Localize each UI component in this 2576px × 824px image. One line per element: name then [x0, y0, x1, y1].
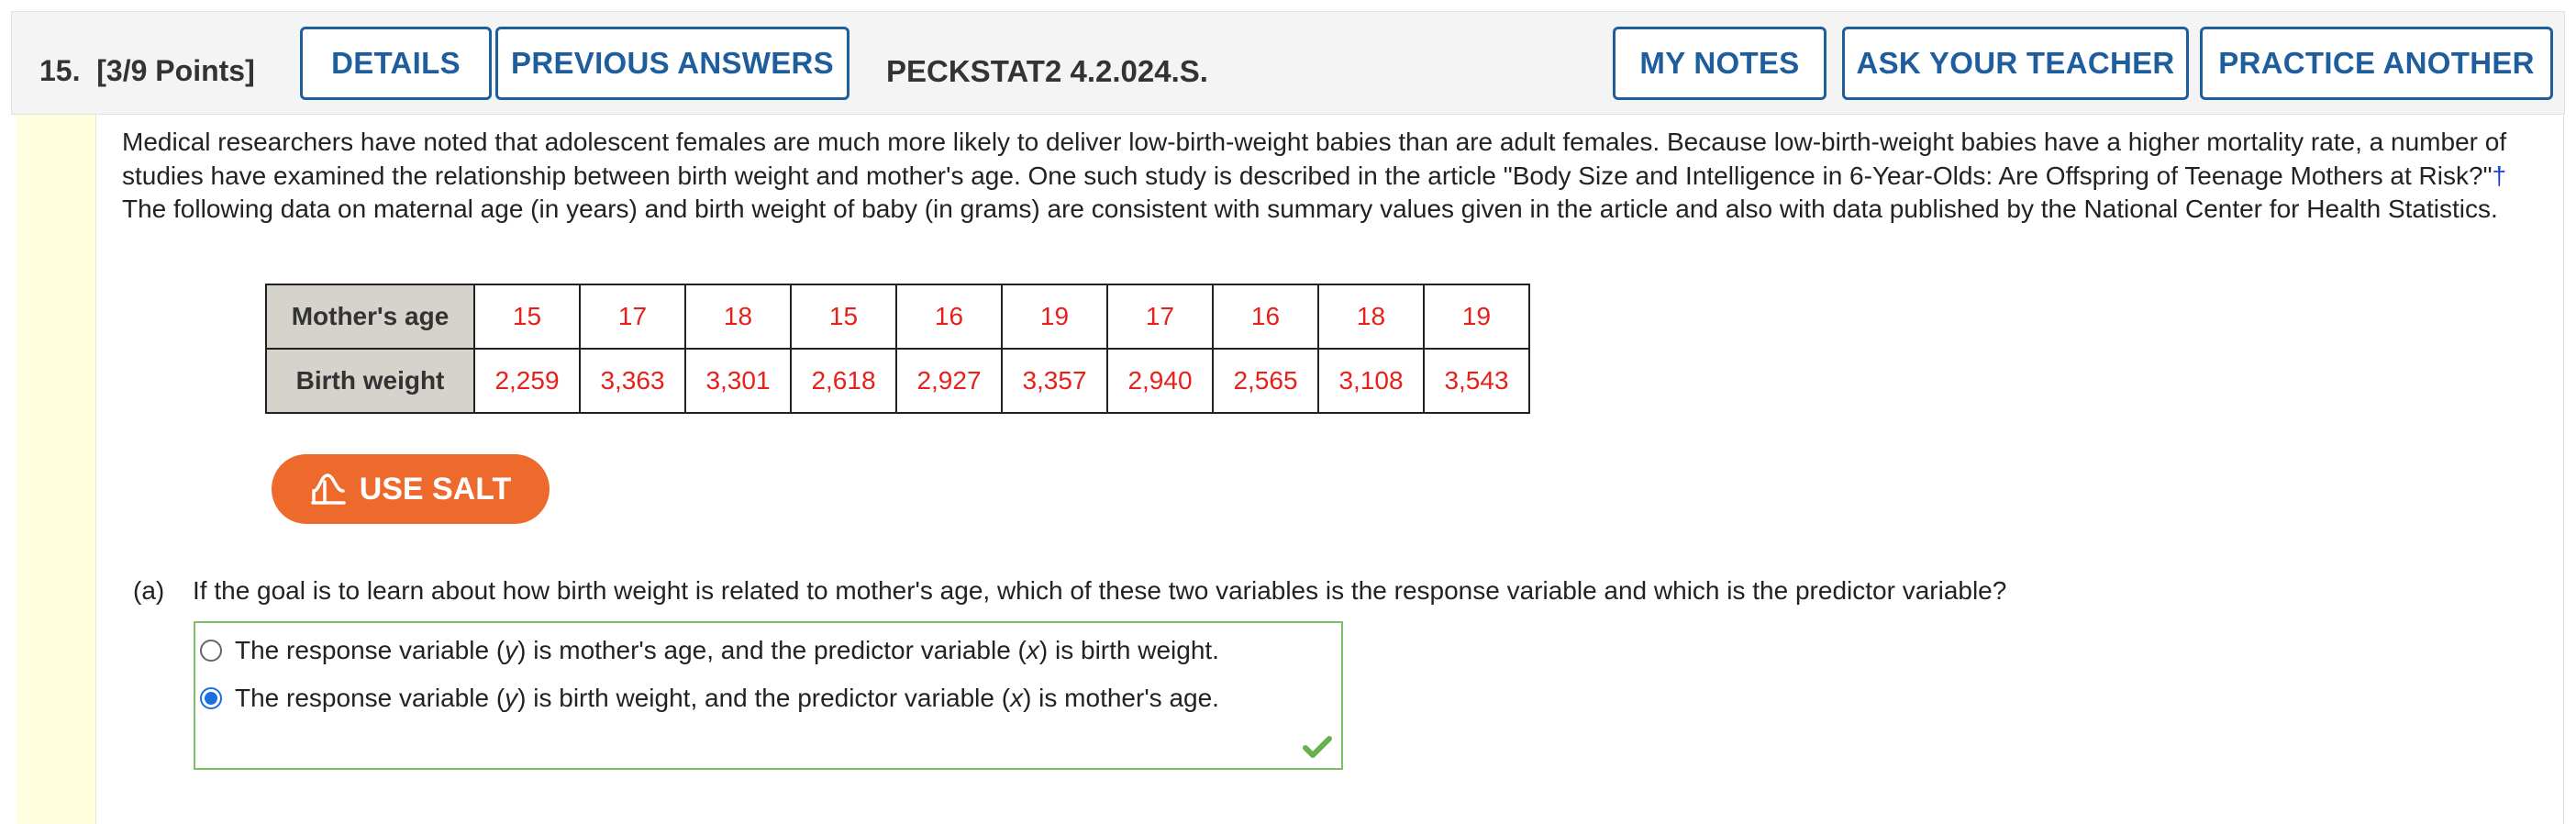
table-cell: 2,618	[790, 348, 897, 414]
table-cell: 2,565	[1212, 348, 1319, 414]
table-row-mothers-age: Mother's age 15 17 18 15 16 19 17 16 18 …	[265, 284, 1530, 350]
answer-box: The response variable (y) is mother's ag…	[194, 621, 1343, 770]
checkmark-icon	[1303, 736, 1332, 758]
variable-y: y	[505, 684, 518, 712]
table-cell: 3,108	[1317, 348, 1425, 414]
part-a-label: (a)	[133, 576, 165, 605]
table-cell: 19	[1423, 284, 1530, 350]
use-salt-label: USE SALT	[359, 471, 512, 507]
footnote-dagger-link[interactable]: †	[2493, 161, 2507, 190]
variable-x: x	[1010, 684, 1024, 712]
table-cell: 15	[790, 284, 897, 350]
my-notes-button[interactable]: MY NOTES	[1613, 27, 1827, 100]
table-cell: 2,940	[1106, 348, 1214, 414]
table-cell: 3,357	[1001, 348, 1108, 414]
answer-option-1[interactable]: The response variable (y) is mother's ag…	[200, 636, 1219, 665]
table-cell: 2,259	[473, 348, 581, 414]
content-right-border	[2563, 115, 2564, 824]
details-button[interactable]: DETAILS	[300, 27, 492, 100]
problem-code: PECKSTAT2 4.2.024.S.	[886, 54, 1208, 88]
option-text: The response variable (	[235, 684, 505, 712]
radio-button-option-2-selected[interactable]	[200, 687, 222, 709]
question-sidebar	[17, 115, 96, 824]
table-cell: 19	[1001, 284, 1108, 350]
practice-another-button[interactable]: PRACTICE ANOTHER	[2200, 27, 2553, 100]
table-cell: 2,927	[895, 348, 1003, 414]
table-cell: 3,543	[1423, 348, 1530, 414]
question-number-points: 15. [3/9 Points]	[39, 54, 255, 88]
question-header: 15. [3/9 Points] DETAILS PREVIOUS ANSWER…	[11, 11, 2565, 115]
table-row-birth-weight: Birth weight 2,259 3,363 3,301 2,618 2,9…	[265, 348, 1530, 414]
question-points: [3/9 Points]	[96, 54, 255, 87]
previous-answers-button[interactable]: PREVIOUS ANSWERS	[495, 27, 849, 100]
option-text: ) is birth weight, and the predictor var…	[517, 684, 1011, 712]
salt-distribution-icon	[310, 473, 346, 505]
ask-your-teacher-button[interactable]: ASK YOUR TEACHER	[1842, 27, 2189, 100]
table-cell: 18	[1317, 284, 1425, 350]
table-cell: 17	[579, 284, 686, 350]
option-text: ) is mother's age, and the predictor var…	[517, 636, 1027, 664]
option-2-label[interactable]: The response variable (y) is birth weigh…	[235, 684, 1219, 713]
table-cell: 16	[1212, 284, 1319, 350]
table-cell: 3,301	[684, 348, 792, 414]
row-header-mothers-age: Mother's age	[265, 284, 475, 350]
table-cell: 16	[895, 284, 1003, 350]
radio-button-option-1[interactable]	[200, 640, 222, 662]
option-text: The response variable (	[235, 636, 505, 664]
option-1-label[interactable]: The response variable (y) is mother's ag…	[235, 636, 1219, 665]
table-cell: 17	[1106, 284, 1214, 350]
problem-intro: Medical researchers have noted that adol…	[122, 126, 2544, 227]
data-table: Mother's age 15 17 18 15 16 19 17 16 18 …	[265, 284, 1530, 414]
variable-y: y	[505, 636, 518, 664]
table-cell: 15	[473, 284, 581, 350]
row-header-birth-weight: Birth weight	[265, 348, 475, 414]
variable-x: x	[1026, 636, 1039, 664]
intro-text-part2: The following data on maternal age (in y…	[122, 195, 2498, 223]
question-number: 15.	[39, 54, 81, 87]
table-cell: 18	[684, 284, 792, 350]
table-cell: 3,363	[579, 348, 686, 414]
intro-text-part1: Medical researchers have noted that adol…	[122, 128, 2507, 190]
option-text: ) is mother's age.	[1023, 684, 1219, 712]
answer-option-2[interactable]: The response variable (y) is birth weigh…	[200, 684, 1219, 713]
option-text: ) is birth weight.	[1038, 636, 1219, 664]
use-salt-button[interactable]: USE SALT	[272, 454, 550, 524]
part-a-question: If the goal is to learn about how birth …	[193, 576, 2007, 605]
